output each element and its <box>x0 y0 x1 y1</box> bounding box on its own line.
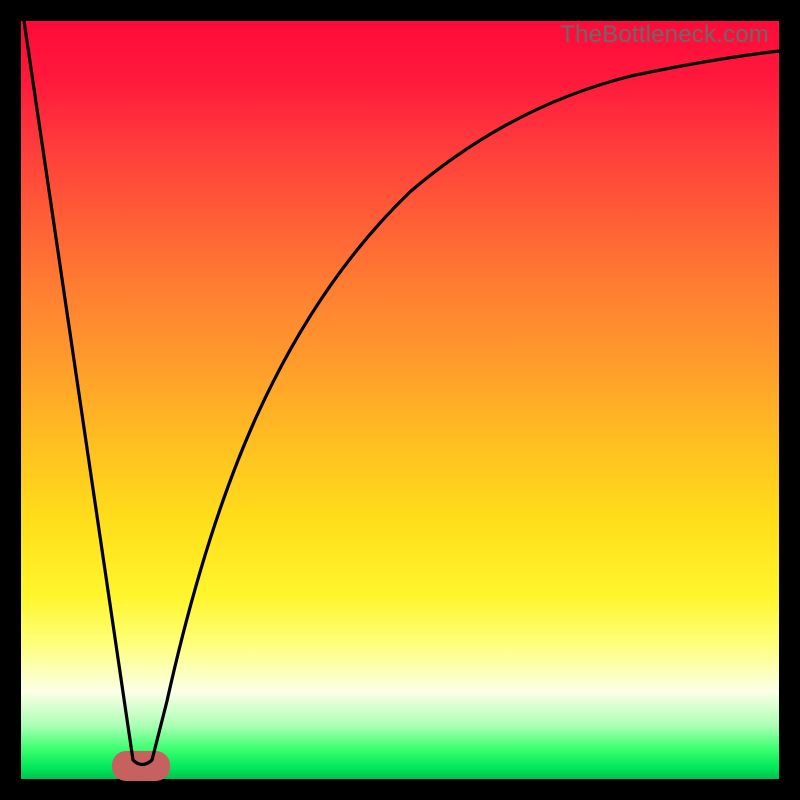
curve-path <box>24 21 779 765</box>
plot-area: TheBottleneck.com <box>21 21 779 779</box>
chart-frame: TheBottleneck.com <box>0 0 800 800</box>
bottleneck-curve <box>21 21 779 779</box>
